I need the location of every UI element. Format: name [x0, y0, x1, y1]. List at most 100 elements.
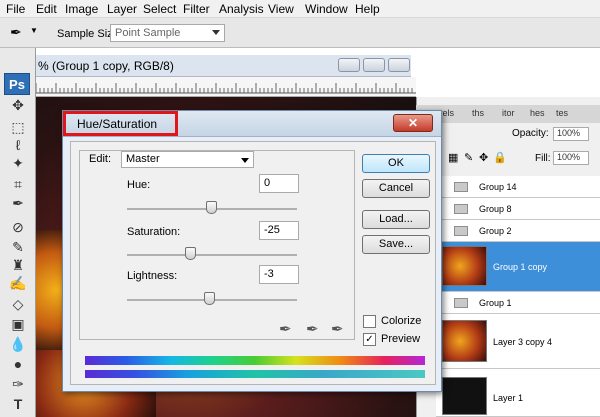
layer-row-layer-3-copy-4[interactable]: Layer 3 copy 4	[436, 314, 600, 369]
magic-wand-icon[interactable]: ✦	[8, 154, 28, 172]
panel-tab[interactable]: itor	[502, 108, 515, 118]
menu-window[interactable]: Window	[305, 2, 348, 16]
menu-layer[interactable]: Layer	[107, 2, 137, 16]
folder-icon	[454, 204, 468, 214]
crop-icon[interactable]: ⌗	[8, 175, 28, 193]
panel-tab[interactable]: hes	[530, 108, 545, 118]
save-button[interactable]: Save...	[362, 235, 430, 254]
menu-file[interactable]: File	[6, 2, 25, 16]
lightness-input[interactable]: -3	[259, 265, 299, 284]
menu-help[interactable]: Help	[355, 2, 380, 16]
brush-icon[interactable]: ✎	[8, 238, 28, 256]
marquee-icon[interactable]: ⬚	[8, 118, 28, 136]
maximize-icon[interactable]	[363, 58, 385, 72]
saturation-input[interactable]: -25	[259, 221, 299, 240]
menu-edit[interactable]: Edit	[36, 2, 57, 16]
dialog-title-bar[interactable]: Hue/Saturation ✕	[63, 111, 441, 137]
colorize-checkbox[interactable]	[363, 315, 376, 328]
color-spectrum-bar	[85, 356, 425, 365]
cancel-button[interactable]: Cancel	[362, 179, 430, 198]
dodge-icon[interactable]: ●	[8, 355, 28, 373]
options-bar: ✒ ▼ Sample Size: Point Sample	[0, 18, 600, 48]
preview-label: Preview	[381, 333, 421, 345]
title-highlight	[63, 111, 178, 136]
edit-value: Master	[126, 153, 160, 165]
layer-row-group-1[interactable]: Group 1	[436, 292, 600, 314]
photoshop-logo: Ps	[4, 73, 30, 95]
adjustment-group	[79, 150, 355, 340]
layer-name: Group 14	[479, 182, 517, 192]
history-brush-icon[interactable]: ✍	[8, 274, 28, 292]
ok-button[interactable]: OK	[362, 154, 430, 173]
layer-name: Layer 3 copy 4	[493, 337, 553, 347]
dialog-body: Edit: Master Hue: 0 Saturation: -25 Ligh…	[70, 141, 436, 385]
lightness-slider-thumb[interactable]	[204, 292, 215, 305]
lock-pixels-icon[interactable]: ▦	[448, 151, 458, 164]
ruler-ticks	[36, 83, 416, 94]
eyedropper-minus-icon[interactable]: ✒	[331, 320, 344, 338]
close-icon[interactable]	[388, 58, 410, 72]
hue-slider-thumb[interactable]	[206, 201, 217, 214]
hue-input[interactable]: 0	[259, 174, 299, 193]
opacity-field[interactable]: 100%	[553, 127, 589, 141]
layer-name: Layer 1	[493, 393, 524, 403]
folder-icon	[454, 182, 468, 192]
opacity-label: Opacity:	[512, 128, 549, 139]
menu-view[interactable]: View	[268, 2, 294, 16]
move-icon[interactable]: ✥	[8, 96, 28, 114]
saturation-slider-track[interactable]	[127, 254, 297, 256]
document-title-bar[interactable]: % (Group 1 copy, RGB/8)	[36, 55, 411, 77]
menu-bar: File Edit Image Layer Select Filter Anal…	[0, 0, 600, 18]
lightness-label: Lightness:	[127, 270, 178, 282]
preview-checkbox[interactable]: ✓	[363, 333, 376, 346]
menu-image[interactable]: Image	[65, 2, 98, 16]
layer-row-group-8[interactable]: Group 8	[436, 198, 600, 220]
eyedropper-icon[interactable]: ✒	[8, 194, 28, 212]
sample-size-value: Point Sample	[115, 27, 181, 39]
hue-label: Hue:	[127, 179, 151, 191]
load-button[interactable]: Load...	[362, 210, 430, 229]
folder-icon	[454, 298, 468, 308]
layer-name: Group 1 copy	[493, 262, 548, 272]
lock-all-icon[interactable]: 🔒	[493, 151, 507, 164]
pen-icon[interactable]: ✑	[8, 375, 28, 393]
menu-select[interactable]: Select	[143, 2, 176, 16]
menu-analysis[interactable]: Analysis	[219, 2, 264, 16]
layer-thumbnail	[442, 377, 487, 415]
ruler	[36, 77, 416, 97]
menu-filter[interactable]: Filter	[183, 2, 210, 16]
sample-size-select[interactable]: Point Sample	[110, 24, 225, 42]
toolbox: Ps ✥ ⬚ ℓ ✦ ⌗ ✒ ⊘ ✎ ♜ ✍ ◇ ▣ 💧 ● ✑ T	[0, 48, 36, 417]
minimize-icon[interactable]	[338, 58, 360, 72]
stamp-icon[interactable]: ♜	[8, 256, 28, 274]
lock-position-icon[interactable]: ✥	[479, 151, 488, 164]
eraser-icon[interactable]: ◇	[8, 295, 28, 313]
fill-field[interactable]: 100%	[553, 151, 589, 165]
saturation-slider-thumb[interactable]	[185, 247, 196, 260]
edit-select[interactable]: Master	[121, 151, 254, 168]
layer-row-group-1-copy[interactable]: Group 1 copy	[436, 242, 600, 292]
chevron-down-icon[interactable]: ▼	[30, 26, 38, 35]
layer-row-layer-1[interactable]: Layer 1	[436, 369, 600, 417]
lasso-icon[interactable]: ℓ	[8, 136, 28, 154]
close-button[interactable]: ✕	[393, 114, 433, 132]
folder-icon	[454, 226, 468, 236]
blur-icon[interactable]: 💧	[8, 335, 28, 353]
gradient-icon[interactable]: ▣	[8, 315, 28, 333]
panel-tab[interactable]: tes	[556, 108, 568, 118]
panel-tab[interactable]: ths	[472, 108, 484, 118]
type-icon[interactable]: T	[8, 395, 28, 413]
layer-name: Group 1	[479, 298, 512, 308]
colorize-label: Colorize	[381, 315, 422, 327]
eyedropper-icon[interactable]: ✒	[279, 320, 292, 338]
eyedropper-icon[interactable]: ✒	[10, 24, 22, 41]
lock-paint-icon[interactable]: ✎	[464, 151, 473, 164]
healing-brush-icon[interactable]: ⊘	[8, 218, 28, 236]
chevron-down-icon	[241, 158, 249, 163]
eyedropper-plus-icon[interactable]: ✒	[306, 320, 319, 338]
layer-row-group-2[interactable]: Group 2	[436, 220, 600, 242]
document-title: % (Group 1 copy, RGB/8)	[38, 59, 174, 73]
layer-name: Group 2	[479, 226, 512, 236]
fill-label: Fill:	[535, 153, 551, 164]
layer-row-group-14[interactable]: Group 14	[436, 176, 600, 198]
